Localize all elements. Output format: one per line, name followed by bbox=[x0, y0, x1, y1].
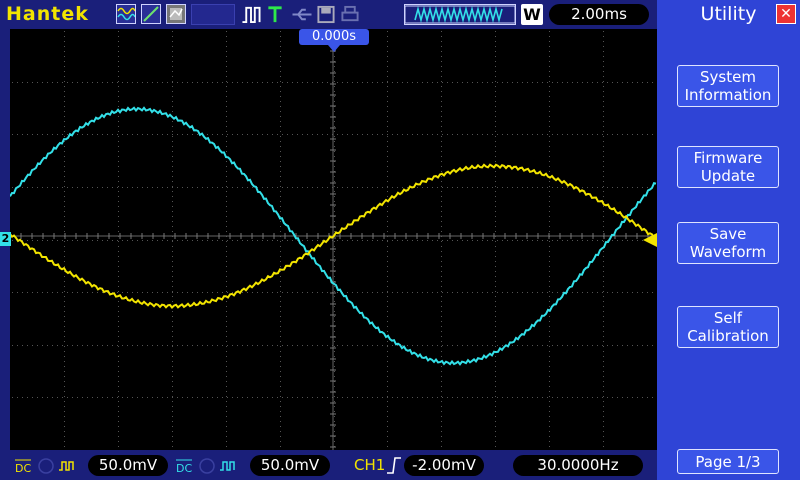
frequency-readout: 30.0000Hz bbox=[513, 455, 643, 476]
save-icon[interactable] bbox=[316, 5, 336, 24]
close-icon[interactable]: ✕ bbox=[776, 4, 796, 24]
ch1-waveform bbox=[10, 163, 657, 309]
waveform-display[interactable] bbox=[10, 29, 657, 450]
wave-icon[interactable] bbox=[116, 4, 136, 24]
page-indicator-button[interactable]: Page 1/3 bbox=[677, 449, 779, 474]
timebase-readout[interactable]: 2.00ms bbox=[549, 4, 649, 25]
trigger-mode-badge: W bbox=[521, 4, 543, 25]
system-information-button[interactable]: System Information bbox=[677, 65, 779, 107]
firmware-update-button[interactable]: Firmware Update bbox=[677, 146, 779, 188]
line-icon[interactable] bbox=[141, 4, 161, 24]
pulse-icon[interactable] bbox=[240, 5, 262, 24]
ch1-scale-readout[interactable]: 50.0mV bbox=[88, 455, 168, 476]
svg-text:DC: DC bbox=[15, 462, 31, 475]
trigger-position-arrow bbox=[328, 45, 340, 52]
persist-icon[interactable] bbox=[166, 4, 186, 24]
trigger-level-readout[interactable]: -2.00mV bbox=[404, 455, 484, 476]
ch2-coupling-icons[interactable]: DC bbox=[175, 457, 245, 475]
utility-menu-panel: Utility ✕ System Information Firmware Up… bbox=[657, 0, 800, 480]
trigger-position-label[interactable]: 0.000s bbox=[299, 29, 369, 45]
status-slot bbox=[191, 4, 235, 25]
trigger-source-label: CH1 bbox=[354, 456, 386, 474]
trigger-level-marker[interactable] bbox=[643, 233, 657, 247]
ch2-scale-readout[interactable]: 50.0mV bbox=[250, 455, 330, 476]
usb-icon bbox=[292, 8, 312, 21]
trigger-t-icon[interactable] bbox=[266, 5, 284, 24]
ch1-coupling-icons[interactable]: DC bbox=[14, 457, 84, 475]
ch2-ground-marker[interactable]: 2 bbox=[0, 232, 11, 246]
brand-logo: Hantek bbox=[6, 3, 89, 25]
save-waveform-button[interactable]: Save Waveform bbox=[677, 222, 779, 264]
printer-icon[interactable] bbox=[340, 5, 360, 24]
self-calibration-button[interactable]: Self Calibration bbox=[677, 306, 779, 348]
svg-text:DC: DC bbox=[176, 462, 192, 475]
memory-depth-indicator bbox=[404, 4, 516, 25]
rising-edge-icon bbox=[387, 457, 401, 474]
top-status-bar: Hantek W 2.00ms bbox=[0, 0, 657, 29]
